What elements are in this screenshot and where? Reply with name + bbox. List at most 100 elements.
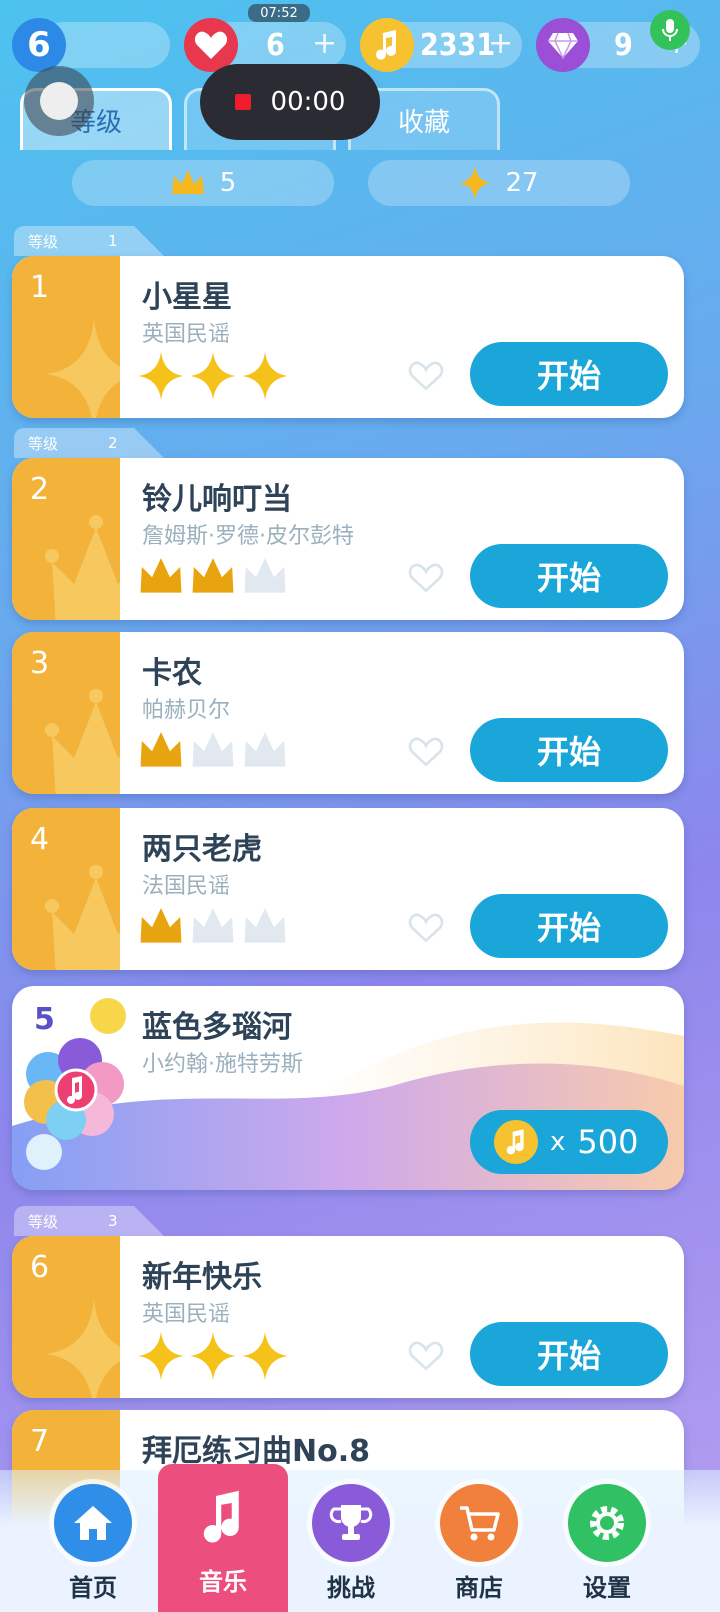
price-value: 500 xyxy=(577,1123,639,1161)
song-number: 5 xyxy=(34,1002,55,1037)
nav-home[interactable]: 首页 xyxy=(28,1470,158,1612)
crown-icon xyxy=(244,732,286,767)
song-artist: 法国民谣 xyxy=(142,874,231,899)
favorite-heart-icon[interactable] xyxy=(408,360,444,392)
start-button[interactable]: 开始 xyxy=(470,894,668,958)
song-artist: 詹姆斯·罗德·皮尔彭特 xyxy=(142,524,354,549)
add-hearts-button[interactable]: + xyxy=(312,26,337,61)
coins-count: 2331 xyxy=(420,28,496,63)
crown-icon xyxy=(244,558,286,593)
star-icon xyxy=(242,352,288,400)
recording-time: 00:00 xyxy=(270,87,346,117)
song-number: 3 xyxy=(30,646,50,681)
song-title: 卡农 xyxy=(142,656,202,691)
song-rating xyxy=(138,554,288,598)
add-coins-button[interactable]: + xyxy=(488,26,513,61)
crown-icon xyxy=(140,558,182,593)
song-rating xyxy=(138,904,288,948)
home-icon xyxy=(54,1484,132,1562)
crown-icon xyxy=(171,170,204,194)
star-icon xyxy=(190,352,236,400)
bottom-navigation: 首页 音乐 挑战 商店 设置 xyxy=(0,1464,720,1612)
microphone-icon[interactable] xyxy=(650,10,690,50)
crown-icon xyxy=(45,865,120,970)
music-coin-icon xyxy=(494,1120,538,1164)
price-multiplier: x xyxy=(550,1127,566,1157)
crown-icon xyxy=(192,732,234,767)
favorite-heart-icon[interactable] xyxy=(408,736,444,768)
crown-icon xyxy=(140,732,182,767)
sparkle-star-icon xyxy=(459,166,492,200)
favorite-heart-icon[interactable] xyxy=(408,562,444,594)
screen-recording-indicator[interactable]: 00:00 xyxy=(200,64,380,140)
player-level-badge[interactable]: 6 xyxy=(12,18,66,72)
crowns-count: 5 xyxy=(219,168,237,198)
trophy-icon xyxy=(312,1484,390,1562)
nav-shop[interactable]: 商店 xyxy=(414,1470,544,1612)
crown-icon xyxy=(45,689,120,794)
song-number: 2 xyxy=(30,472,50,507)
song-card-side xyxy=(12,808,120,970)
song-title: 两只老虎 xyxy=(142,832,262,867)
song-card-3[interactable]: 3 卡农 帕赫贝尔 开始 xyxy=(12,632,684,794)
start-button[interactable]: 开始 xyxy=(470,342,668,406)
diamonds-count: 9 xyxy=(614,28,633,63)
song-title: 铃儿响叮当 xyxy=(142,482,292,517)
level-header-2: 等级 2 xyxy=(14,428,164,458)
song-number: 1 xyxy=(30,270,50,305)
song-card-4[interactable]: 4 两只老虎 法国民谣 开始 xyxy=(12,808,684,970)
music-coin-icon xyxy=(360,18,414,72)
nav-settings[interactable]: 设置 xyxy=(542,1470,672,1612)
song-number: 6 xyxy=(30,1250,50,1285)
song-artist: 小约翰·施特劳斯 xyxy=(142,1052,303,1077)
song-artist: 英国民谣 xyxy=(142,322,231,347)
floating-assist-button[interactable] xyxy=(24,66,94,136)
sparkle-star-icon xyxy=(46,1298,120,1398)
song-rating xyxy=(138,728,288,772)
nav-music[interactable]: 音乐 xyxy=(158,1464,288,1612)
stars-count: 27 xyxy=(505,168,539,198)
song-artist: 帕赫贝尔 xyxy=(142,698,231,723)
song-title: 小星星 xyxy=(142,280,232,315)
start-button[interactable]: 开始 xyxy=(470,718,668,782)
start-button[interactable]: 开始 xyxy=(470,544,668,608)
song-rating xyxy=(138,1332,288,1380)
song-rating xyxy=(138,352,288,400)
favorite-heart-icon[interactable] xyxy=(408,1340,444,1372)
song-card-1[interactable]: 1 小星星 英国民谣 开始 xyxy=(12,256,684,418)
crown-icon xyxy=(140,908,182,943)
crown-icon xyxy=(244,908,286,943)
record-icon xyxy=(234,94,251,110)
clock: 07:52 xyxy=(248,4,310,22)
nav-challenge[interactable]: 挑战 xyxy=(286,1470,416,1612)
song-card-6[interactable]: 6 新年快乐 英国民谣 开始 xyxy=(12,1236,684,1398)
level-header-3: 等级 3 xyxy=(14,1206,164,1236)
crown-icon xyxy=(45,515,120,620)
unlock-price-button[interactable]: x 500 xyxy=(470,1110,668,1174)
song-title: 蓝色多瑙河 xyxy=(142,1010,292,1045)
song-card-side xyxy=(12,632,120,794)
gear-icon xyxy=(568,1484,646,1562)
song-card-side xyxy=(12,1236,120,1398)
crown-icon xyxy=(192,558,234,593)
hearts-count: 6 xyxy=(266,28,285,63)
favorite-heart-icon[interactable] xyxy=(408,912,444,944)
song-number: 4 xyxy=(30,822,50,857)
stars-stat: 27 xyxy=(368,160,630,206)
crown-icon xyxy=(192,908,234,943)
star-icon xyxy=(190,1332,236,1380)
song-card-2[interactable]: 2 铃儿响叮当 詹姆斯·罗德·皮尔彭特 开始 xyxy=(12,458,684,620)
song-card-5-locked[interactable]: 5 蓝色多瑙河 小约翰·施特劳斯 x 500 xyxy=(12,986,684,1190)
star-icon xyxy=(242,1332,288,1380)
start-button[interactable]: 开始 xyxy=(470,1322,668,1386)
song-card-side xyxy=(12,256,120,418)
diamond-icon xyxy=(536,18,590,72)
star-icon xyxy=(138,352,184,400)
song-artist: 英国民谣 xyxy=(142,1302,231,1327)
star-icon xyxy=(138,1332,184,1380)
song-title: 新年快乐 xyxy=(142,1260,262,1295)
music-note-icon xyxy=(184,1478,262,1556)
song-card-side xyxy=(12,458,120,620)
level-header-1: 等级 1 xyxy=(14,226,164,256)
cart-icon xyxy=(440,1484,518,1562)
